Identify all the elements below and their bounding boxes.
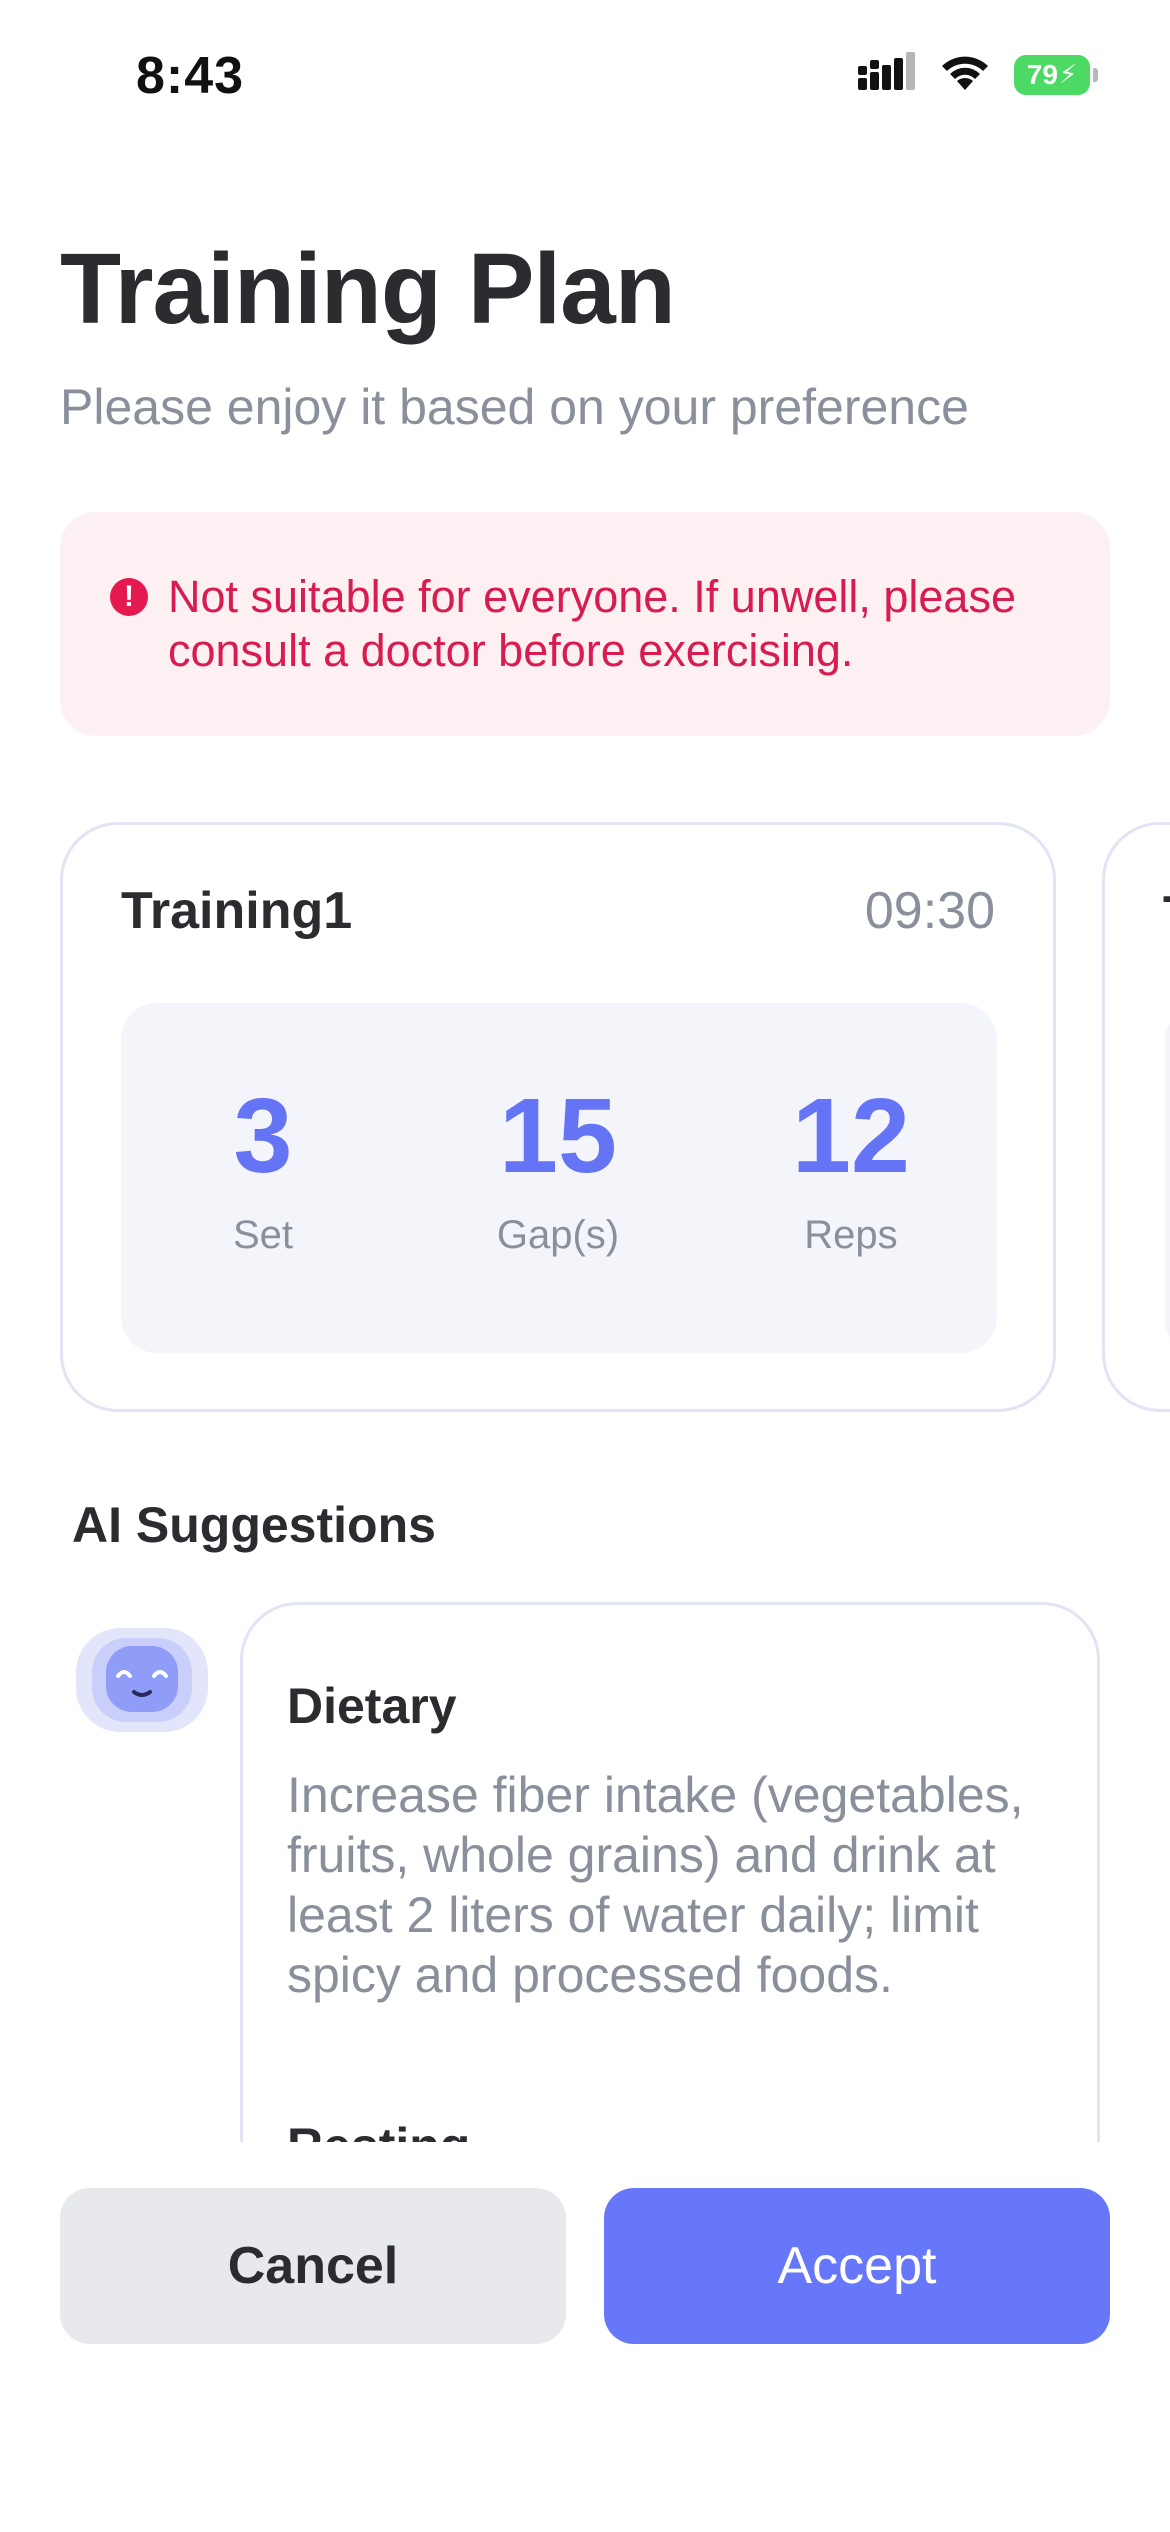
battery-charging-icon: 79 ⚡ (1014, 54, 1098, 95)
training-title-peek: T (1163, 885, 1170, 945)
cancel-button[interactable]: Cancel (60, 2188, 566, 2344)
suggestion-heading-dietary: Dietary (287, 1678, 457, 1734)
training-stats: 3 Set 15 Gap(s) 12 Reps (121, 1003, 997, 1353)
stat-gap: 15 Gap(s) (438, 1081, 678, 1258)
charging-bolt-icon: ⚡ (1058, 59, 1078, 89)
ai-suggestions-title: AI Suggestions (72, 1497, 436, 1553)
status-icons: 79 ⚡ (858, 52, 1098, 97)
training-time: 09:30 (864, 882, 995, 940)
training-stats-peek (1165, 1005, 1170, 1355)
stat-set-label: Set (232, 1213, 294, 1257)
stat-gap-value: 15 (499, 1077, 617, 1195)
warning-text: Not suitable for everyone. If unwell, pl… (168, 571, 1016, 676)
training-plan-screen: 8:43 79 ⚡ Training Plan Please enjoy it … (0, 0, 1170, 2532)
training-card-next[interactable]: T (1102, 822, 1170, 1412)
stat-reps-label: Reps (804, 1213, 898, 1257)
suggestion-body-dietary: Increase fiber intake (vegetables, fruit… (287, 1767, 1024, 2003)
page-subtitle: Please enjoy it based on your preference (60, 379, 969, 435)
health-warning-banner: ! Not suitable for everyone. If unwell, … (60, 512, 1110, 736)
stat-set-value: 3 (233, 1077, 293, 1195)
robot-assistant-icon (72, 1614, 212, 1734)
stat-reps-value: 12 (792, 1077, 910, 1195)
status-bar: 8:43 79 ⚡ (0, 0, 1170, 150)
stat-set: 3 Set (143, 1081, 383, 1258)
cellular-signal-icon (858, 52, 916, 97)
training-title: Training1 (121, 882, 353, 940)
exclamation-circle-icon: ! (110, 578, 148, 616)
training-card[interactable]: Training1 09:30 3 Set 15 Gap(s) 12 Reps (60, 822, 1056, 1412)
wifi-icon (938, 52, 992, 97)
stat-gap-label: Gap(s) (496, 1213, 620, 1257)
battery-level: 79 (1026, 58, 1058, 90)
page-title: Training Plan (60, 233, 676, 345)
status-time: 8:43 (136, 47, 245, 105)
accept-button[interactable]: Accept (604, 2188, 1110, 2344)
stat-reps: 12 Reps (731, 1081, 971, 1258)
